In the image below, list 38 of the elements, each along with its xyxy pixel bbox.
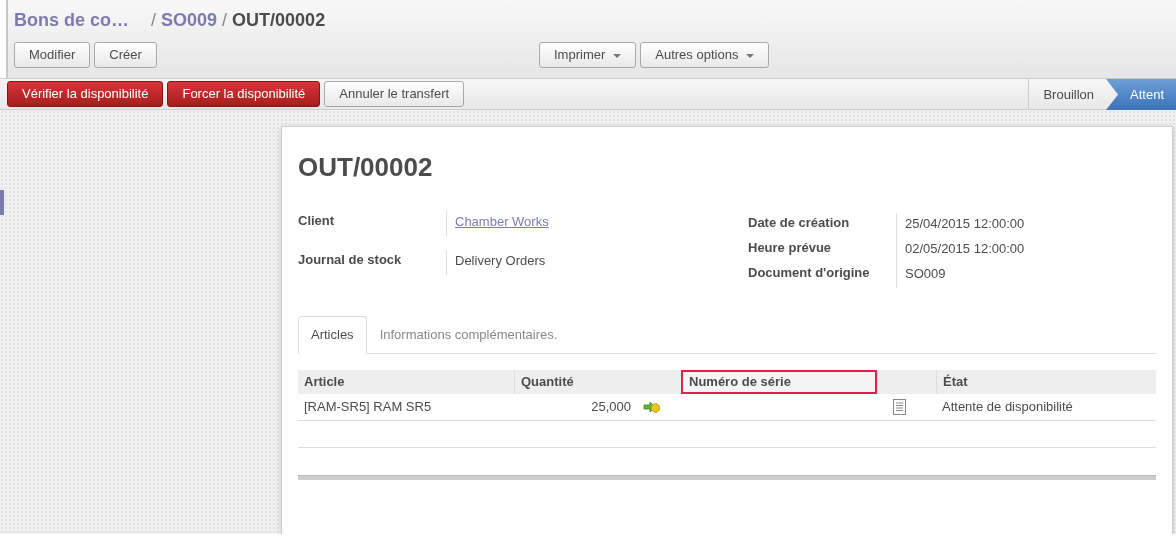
column-header: Quantité	[514, 369, 681, 394]
toolbar-button[interactable]: Créer	[94, 42, 157, 68]
table-cell: [RAM-SR5] RAM SR5	[298, 393, 514, 421]
breadcrumb-link[interactable]: SO009	[161, 6, 218, 34]
action-button[interactable]: Vérifier la disponibilité	[7, 81, 164, 107]
caret-icon	[746, 53, 755, 58]
field-text: Delivery Orders	[455, 252, 546, 268]
status-stage[interactable]: Attent	[1106, 79, 1176, 110]
breadcrumb-separator: /	[222, 8, 228, 32]
arrow-ball-icon[interactable]	[643, 400, 661, 413]
action-button[interactable]: Forcer la disponibilité	[167, 81, 321, 107]
document-icon[interactable]	[893, 399, 906, 416]
caret-icon	[613, 53, 622, 58]
column-header: État	[936, 369, 1156, 394]
breadcrumb-link[interactable]: Bons de co…	[14, 6, 129, 34]
field-link[interactable]: Chamber Works	[455, 214, 549, 229]
side-marker	[0, 190, 4, 215]
dropdown-button[interactable]: Imprimer	[539, 42, 637, 68]
tab[interactable]: Informations complémentaires.	[366, 316, 571, 354]
field-label: Heure prévue	[748, 239, 833, 257]
column-header: Numéro de série	[681, 369, 877, 394]
field-label: Date de création	[748, 214, 851, 232]
field-label: Client	[298, 212, 336, 230]
tab[interactable]: Articles	[298, 316, 367, 354]
field-text: SO009	[905, 266, 946, 281]
field-text: 02/05/2015 12:00:00	[905, 241, 1025, 256]
breadcrumb-separator: /	[151, 8, 157, 32]
breadcrumb-current: OUT/00002	[232, 8, 326, 32]
table-cell: Attente de disponibilité	[936, 393, 1156, 421]
toolbar-button[interactable]: Modifier	[14, 42, 91, 68]
dropdown-button[interactable]: Autres options	[640, 42, 770, 68]
field-label: Document d'origine	[748, 264, 871, 282]
action-button[interactable]: Annuler le transfert	[324, 81, 465, 107]
record-title: OUT/00002	[298, 151, 434, 184]
field-label: Journal de stock	[298, 250, 403, 269]
field-text: 25/04/2015 12:00:00	[905, 216, 1025, 231]
column-header: Article	[298, 369, 514, 394]
table-cell-text: 25,000	[590, 397, 631, 416]
